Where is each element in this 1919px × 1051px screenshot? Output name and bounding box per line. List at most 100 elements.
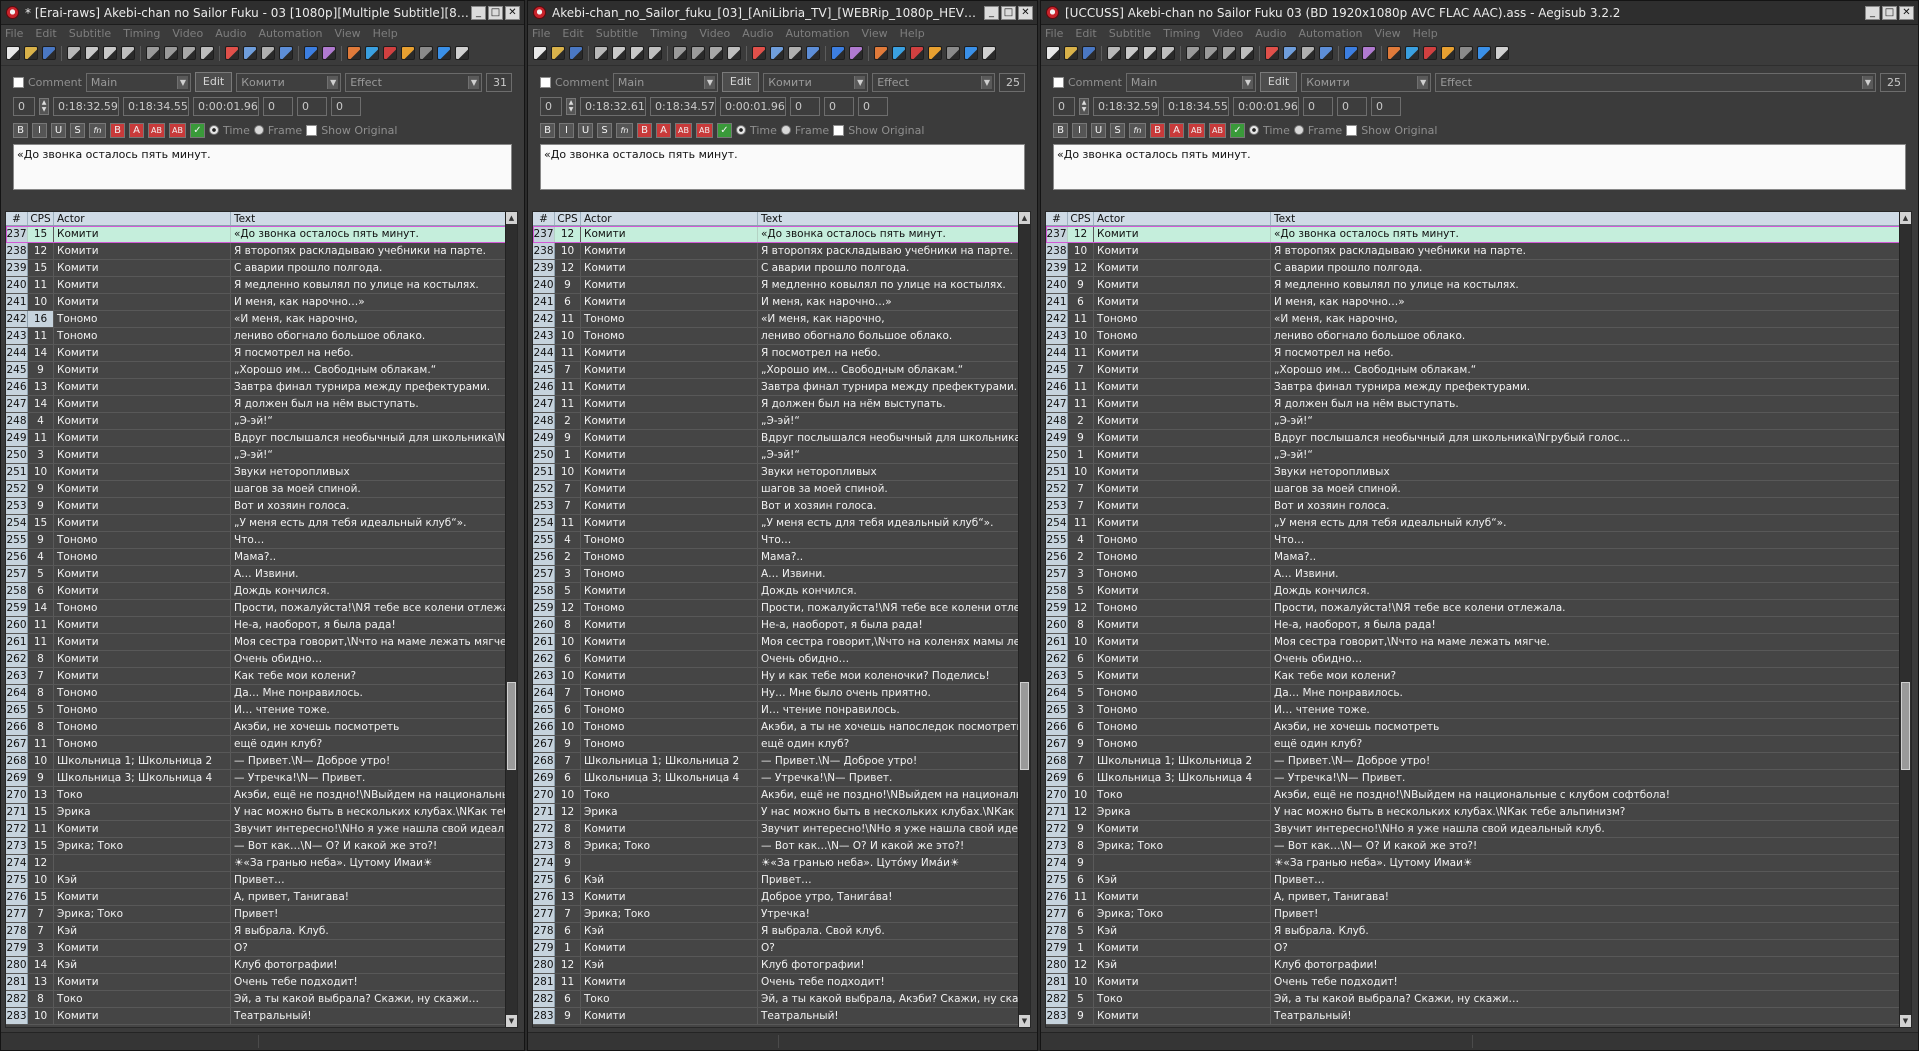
tool-6-icon[interactable] [437,46,451,60]
menu-view[interactable]: View [1375,27,1401,40]
tool-6-icon[interactable] [1477,46,1491,60]
table-row[interactable]: 257 3 Тономо А… Извини. [1046,566,1911,583]
table-row[interactable]: 253 9 Комити Вот и хозяин голоса. [6,498,517,515]
maximize-icon[interactable]: □ [1882,5,1897,20]
scroll-thumb[interactable] [507,682,516,770]
scroll-thumb[interactable] [1020,682,1029,770]
column-header-actor[interactable]: Actor [1094,212,1271,225]
table-row[interactable]: 267 9 Тономо ещё один клуб? [1046,736,1911,753]
table-row[interactable]: 273 8 Эрика; Токо — Вот как…\N— О? И какой … [1046,838,1911,855]
grid-scrollbar[interactable]: ▲ ▼ [1899,212,1911,1027]
tool-2-icon[interactable] [892,46,906,60]
table-row[interactable]: 275 6 Кэй Привет… [533,872,1030,889]
show-original-checkbox[interactable] [833,124,845,136]
table-row[interactable]: 251 10 Комити Звуки неторопливых [1046,464,1911,481]
assistant-icon[interactable] [1362,46,1376,60]
menu-subtitle[interactable]: Subtitle [596,27,638,40]
table-row[interactable]: 254 15 Комити „У меня есть для тебя идеальн… [6,515,517,532]
actor-combo[interactable]: Комити ▼ [763,72,869,92]
properties-icon[interactable] [1283,46,1297,60]
table-row[interactable]: 281 10 Комити Очень тебе подходит! [1046,974,1911,991]
layer-field[interactable]: 0 [13,96,35,116]
tool-3-icon[interactable] [383,46,397,60]
table-row[interactable]: 263 7 Комити Как тебе мои колени? [6,668,517,685]
chevron-down-icon[interactable]: ▼ [703,75,715,89]
table-row[interactable]: 279 1 Комити О? [1046,940,1911,957]
table-row[interactable]: 274 9 ☀«За гранью неба». Цутому Имаи☀ [1046,855,1911,872]
table-row[interactable]: 265 5 Тономо И… чтение тоже. [6,702,517,719]
automation-icon[interactable] [304,46,318,60]
snap-icon[interactable] [1240,46,1254,60]
new-file-icon[interactable] [6,46,20,60]
video-open-icon[interactable] [146,46,160,60]
table-row[interactable]: 269 6 Школьница 3; Школьница 4— Утречка!\N… [533,770,1030,787]
commit-button[interactable]: ✓ [1230,122,1245,138]
style-combo[interactable]: Main ▼ [612,72,718,92]
menu-view[interactable]: View [862,27,888,40]
table-row[interactable]: 249 11 Комити Вдруг послышался необычный дл… [6,430,517,447]
table-row[interactable]: 239 15 Комити С аварии прошло полгода. [6,260,517,277]
table-row[interactable]: 268 7 Школьница 1; Школьница 2— Привет.\N—… [533,753,1030,770]
table-row[interactable]: 249 9 Комити Вдруг послышался необычный для… [533,430,1030,447]
table-row[interactable]: 240 11 Комити Я медленно ковылял по улице н… [6,277,517,294]
title-bar[interactable]: * [Erai-raws] Akebi-chan no Sailor Fuku … [1,1,524,25]
table-row[interactable]: 251 10 Комити Звуки неторопливых [533,464,1030,481]
table-row[interactable]: 282 5 Токо Эй, а ты какой выбрала? Скажи, н… [1046,991,1911,1008]
margin-v-field[interactable]: 0 [331,96,361,116]
frame-radio[interactable] [253,125,264,135]
table-row[interactable]: 279 3 Комити О? [6,940,517,957]
table-row[interactable]: 248 2 Комити „Э-эй!“ [533,413,1030,430]
table-row[interactable]: 274 9 ☀«За гранью неба». Цуто́му Има́и☀ [533,855,1030,872]
strikeout-button[interactable]: S [597,122,612,138]
table-row[interactable]: 242 11 Тономо «И меня, как нарочно, [533,311,1030,328]
outline-color-button[interactable]: AB [148,122,165,138]
subtitle-text-input[interactable]: «До звонка осталось пять минут. [13,144,512,190]
snap-icon[interactable] [200,46,214,60]
italic-button[interactable]: I [32,122,47,138]
outline-color-button[interactable]: AB [675,122,692,138]
primary-color-button[interactable]: B [110,122,125,138]
table-row[interactable]: 262 8 Комити Очень обидно… [6,651,517,668]
menu-audio[interactable]: Audio [1255,27,1286,40]
time-radio[interactable] [736,125,746,135]
tool-2-icon[interactable] [1405,46,1419,60]
effect-field[interactable]: Effect ▼ [345,72,482,92]
layer-spinner[interactable]: ▲ ▼ [1079,97,1089,115]
table-row[interactable]: 278 7 Кэй Я выбрала. Клуб. [6,923,517,940]
table-row[interactable]: 259 12 Тономо Прости, пожалуйста!\NЯ тебе в… [1046,600,1911,617]
menu-file[interactable]: File [5,27,23,40]
table-row[interactable]: 279 1 Комити О? [533,940,1030,957]
table-row[interactable]: 280 12 Кэй Клуб фотографии! [533,957,1030,974]
table-row[interactable]: 249 9 Комити Вдруг послышался необычный для… [1046,430,1911,447]
column-header-text[interactable]: Text [231,212,509,225]
table-row[interactable]: 261 10 Комити Моя сестра говорит,\Nчто на м… [1046,634,1911,651]
tool-6-icon[interactable] [964,46,978,60]
menu-automation[interactable]: Automation [1298,27,1362,40]
menu-subtitle[interactable]: Subtitle [69,27,111,40]
table-row[interactable]: 248 2 Комити „Э-эй!“ [1046,413,1911,430]
table-row[interactable]: 270 10 Токо Акэби, ещё не поздно!\NВыйдем н… [533,787,1030,804]
jump-to-icon[interactable] [1107,46,1121,60]
subtitle-grid[interactable]: # CPS Actor Text 237 15 Комити «До звонка остал… [5,211,518,1028]
frame-radio[interactable] [780,125,791,135]
layer-spinner[interactable]: ▲ ▼ [39,97,49,115]
comment-checkbox[interactable] [13,76,24,88]
table-row[interactable]: 280 14 Кэй Клуб фотографии! [6,957,517,974]
table-row[interactable]: 256 2 Тономо Мама?.. [1046,549,1911,566]
keyframes-icon[interactable] [182,46,196,60]
scroll-up-icon[interactable]: ▲ [1900,212,1911,224]
snap-icon[interactable] [727,46,741,60]
italic-button[interactable]: I [1072,122,1087,138]
frame-radio[interactable] [1293,125,1304,135]
table-row[interactable]: 247 11 Комити Я должен был на нём выступать… [1046,396,1911,413]
chevron-down-icon[interactable]: ▼ [981,75,992,89]
duration-time-field[interactable]: 0:00:01.96 [193,96,259,116]
comment-checkbox[interactable] [1053,76,1064,88]
chevron-down-icon[interactable]: ▼ [1862,75,1873,89]
chevron-down-icon[interactable]: ▼ [1241,75,1253,89]
properties-icon[interactable] [243,46,257,60]
attachments-icon[interactable] [261,46,275,60]
tool-4-icon[interactable] [928,46,942,60]
bold-button[interactable]: B [1053,122,1068,138]
save-file-icon[interactable] [1082,46,1096,60]
